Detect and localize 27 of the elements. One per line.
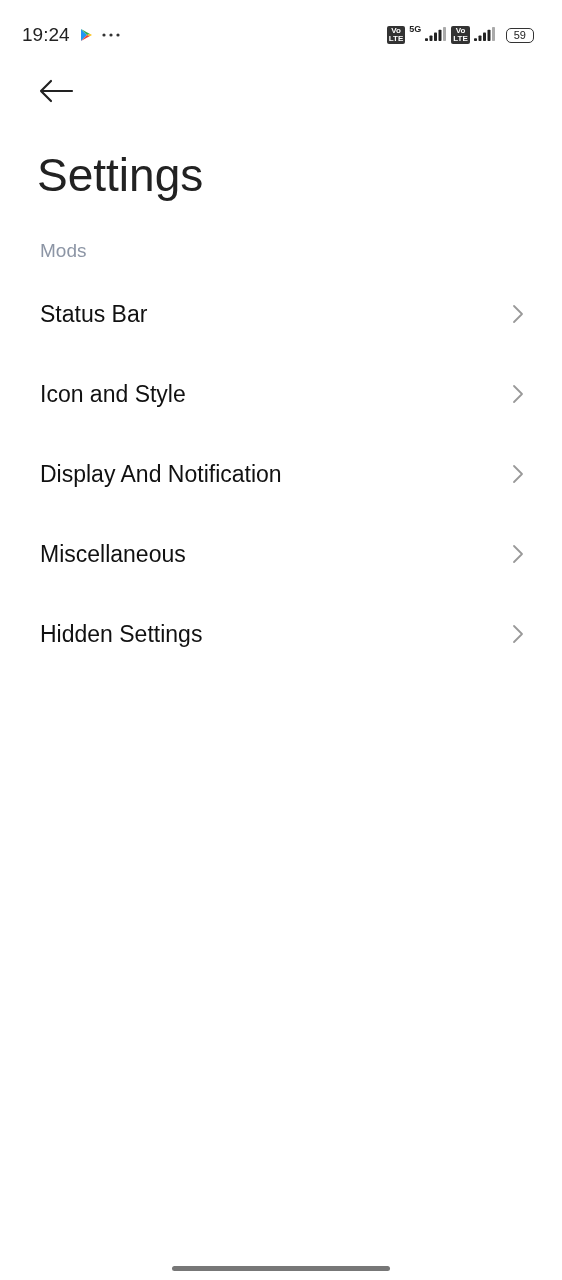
item-label: Hidden Settings (40, 620, 203, 648)
volte-badge: Vo LTE (386, 26, 406, 44)
item-label: Display And Notification (40, 460, 282, 488)
chevron-icon (512, 464, 524, 484)
play-store-icon (79, 28, 92, 42)
chevron-icon (512, 624, 524, 644)
network-type: 5G (409, 24, 422, 34)
chevron-icon (512, 384, 524, 404)
settings-item[interactable]: Miscellaneous (0, 514, 562, 594)
status-time: 19:24 (22, 24, 70, 46)
settings-item[interactable]: Icon and Style (0, 354, 562, 434)
page-title: Settings (37, 148, 205, 202)
item-label: Status Bar (40, 300, 148, 328)
battery-level: 59 (505, 27, 534, 43)
item-label: Icon and Style (40, 380, 186, 408)
chevron-icon (512, 304, 524, 324)
back-icon[interactable] (38, 78, 74, 104)
settings-item[interactable]: Hidden Settings (0, 594, 562, 674)
settings-item[interactable]: Status Bar (0, 274, 562, 354)
signal-icon (473, 27, 496, 43)
item-label: Miscellaneous (40, 540, 186, 568)
more-icon (101, 33, 120, 37)
section-header: Mods (40, 240, 88, 262)
volte-badge: Vo LTE (451, 26, 470, 44)
chevron-icon (512, 544, 524, 564)
settings-item[interactable]: Display And Notification (0, 434, 562, 514)
signal-icon (425, 27, 448, 43)
